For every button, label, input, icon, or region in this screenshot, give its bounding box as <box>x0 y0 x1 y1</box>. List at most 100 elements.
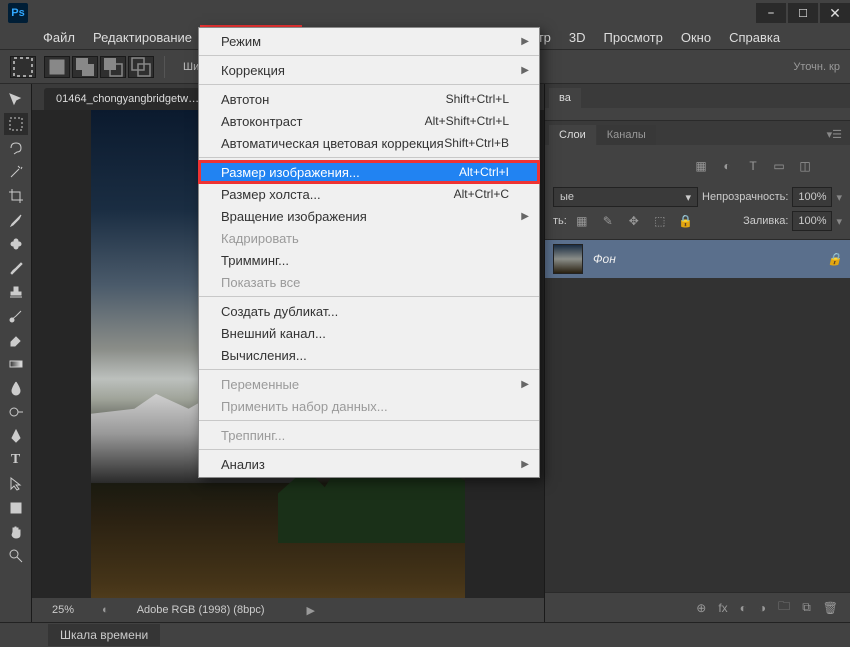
lock-pixels-icon[interactable]: ▦ <box>571 210 593 232</box>
selected-tool-icon[interactable] <box>10 56 36 78</box>
filter-shape-icon[interactable]: ▭ <box>768 155 790 177</box>
blur-tool[interactable] <box>4 377 28 399</box>
menu-item-label: Тримминг... <box>221 253 289 268</box>
zoom-level[interactable]: 25% <box>52 604 74 616</box>
delete-layer-icon[interactable]: 🗑 <box>823 601 838 615</box>
menu-item-8[interactable]: Размер изображения...Alt+Ctrl+I <box>199 161 539 183</box>
move-tool[interactable] <box>4 89 28 111</box>
type-tool[interactable]: T <box>4 449 28 471</box>
refine-edge-button[interactable]: Уточн. кр <box>793 61 840 73</box>
properties-tab[interactable]: ва <box>549 88 581 108</box>
menu-item-24[interactable]: Анализ▶ <box>199 453 539 475</box>
menu-item-2[interactable]: Коррекция▶ <box>199 59 539 81</box>
bottom-bar: Шкала времени <box>0 622 850 647</box>
hand-tool[interactable] <box>4 521 28 543</box>
submenu-arrow-icon: ▶ <box>521 459 529 470</box>
panel-menu-icon[interactable]: ▾☰ <box>819 124 850 145</box>
menu-item-label: Автоматическая цветовая коррекция <box>221 136 444 151</box>
menu-item-4[interactable]: АвтотонShift+Ctrl+L <box>199 88 539 110</box>
selection-add-icon[interactable] <box>72 56 98 78</box>
menu-shortcut: Alt+Shift+Ctrl+L <box>425 114 509 128</box>
selection-intersect-icon[interactable] <box>128 56 154 78</box>
menu-item-16[interactable]: Внешний канал... <box>199 322 539 344</box>
menu-item-label: Кадрировать <box>221 231 299 246</box>
eyedropper-tool[interactable] <box>4 209 28 231</box>
menu-window[interactable]: Окно <box>672 26 720 50</box>
new-layer-icon[interactable]: ⧉ <box>802 600 811 615</box>
lock-all-icon[interactable]: 🔒 <box>675 210 697 232</box>
filter-pixel-icon[interactable]: ▦ <box>690 155 712 177</box>
menu-item-10[interactable]: Вращение изображения▶ <box>199 205 539 227</box>
marquee-tool[interactable] <box>4 113 28 135</box>
stamp-tool[interactable] <box>4 281 28 303</box>
menu-item-label: Применить набор данных... <box>221 399 388 414</box>
layer-lock-icon[interactable]: 🔒 <box>827 252 842 266</box>
menu-item-15[interactable]: Создать дубликат... <box>199 300 539 322</box>
menu-item-label: Треппинг... <box>221 428 285 443</box>
status-arrow-icon[interactable]: ▶ <box>306 604 314 617</box>
selection-subtract-icon[interactable] <box>100 56 126 78</box>
fill-input[interactable]: 100% <box>792 211 832 231</box>
history-brush-tool[interactable] <box>4 305 28 327</box>
minimize-button[interactable]: ⎯ <box>756 3 786 23</box>
layers-tab[interactable]: Слои <box>549 125 596 145</box>
menu-view[interactable]: Просмотр <box>595 26 672 50</box>
eraser-tool[interactable] <box>4 329 28 351</box>
layer-group-icon[interactable]: 🗀 <box>778 597 790 618</box>
close-button[interactable]: ✕ <box>820 3 850 23</box>
magic-wand-tool[interactable] <box>4 161 28 183</box>
crop-tool[interactable] <box>4 185 28 207</box>
dodge-tool[interactable] <box>4 401 28 423</box>
doc-info-icon[interactable]: ◐ <box>102 604 109 616</box>
shape-tool[interactable] <box>4 497 28 519</box>
blend-mode-select[interactable]: ые▾ <box>553 187 698 207</box>
path-selection-tool[interactable] <box>4 473 28 495</box>
menu-item-17[interactable]: Вычисления... <box>199 344 539 366</box>
lock-label: ть: <box>553 215 567 227</box>
menu-item-5[interactable]: АвтоконтрастAlt+Shift+Ctrl+L <box>199 110 539 132</box>
menu-separator <box>199 157 539 158</box>
link-layers-icon[interactable]: ⊕ <box>696 601 706 615</box>
status-bar: 25% ◐ Adobe RGB (1998) (8bpc) ▶ <box>32 598 544 622</box>
pen-tool[interactable] <box>4 425 28 447</box>
layer-fx-icon[interactable]: fx <box>718 601 727 615</box>
menu-item-19: Переменные▶ <box>199 373 539 395</box>
menu-file[interactable]: Файл <box>34 26 84 50</box>
opacity-input[interactable]: 100% <box>792 187 832 207</box>
healing-tool[interactable] <box>4 233 28 255</box>
document-tab[interactable]: 01464_chongyangbridgetw… <box>44 88 211 110</box>
adjustment-layer-icon[interactable]: ◑ <box>759 601 766 615</box>
channels-tab[interactable]: Каналы <box>597 125 656 145</box>
menu-item-label: Автотон <box>221 92 269 107</box>
filter-adjust-icon[interactable]: ◐ <box>716 155 738 177</box>
lock-position-icon[interactable]: ✥ <box>623 210 645 232</box>
gradient-tool[interactable] <box>4 353 28 375</box>
menu-item-label: Коррекция <box>221 63 285 78</box>
selection-new-icon[interactable] <box>44 56 70 78</box>
menu-separator <box>199 420 539 421</box>
filter-type-icon[interactable]: T <box>742 155 764 177</box>
zoom-tool[interactable] <box>4 545 28 567</box>
menu-help[interactable]: Справка <box>720 26 789 50</box>
maximize-button[interactable]: ☐ <box>788 3 818 23</box>
layer-row-background[interactable]: Фон 🔒 <box>545 240 850 278</box>
menu-edit[interactable]: Редактирование <box>84 26 201 50</box>
lock-paint-icon[interactable]: ✎ <box>597 210 619 232</box>
timeline-tab[interactable]: Шкала времени <box>48 624 160 646</box>
menu-item-0[interactable]: Режим▶ <box>199 30 539 52</box>
menu-3d[interactable]: 3D <box>560 26 595 50</box>
layer-mask-icon[interactable]: ◐ <box>740 601 747 615</box>
menu-item-6[interactable]: Автоматическая цветовая коррекцияShift+C… <box>199 132 539 154</box>
menu-separator <box>199 55 539 56</box>
menu-item-9[interactable]: Размер холста...Alt+Ctrl+C <box>199 183 539 205</box>
lasso-tool[interactable] <box>4 137 28 159</box>
menu-item-label: Размер изображения... <box>221 165 360 180</box>
opacity-label: Непрозрачность: <box>702 191 788 203</box>
menu-shortcut: Shift+Ctrl+B <box>444 136 509 150</box>
menu-item-12[interactable]: Тримминг... <box>199 249 539 271</box>
brush-tool[interactable] <box>4 257 28 279</box>
menu-item-label: Создать дубликат... <box>221 304 338 319</box>
lock-nest-icon[interactable]: ⬚ <box>649 210 671 232</box>
filter-smart-icon[interactable]: ◫ <box>794 155 816 177</box>
menu-item-22: Треппинг... <box>199 424 539 446</box>
